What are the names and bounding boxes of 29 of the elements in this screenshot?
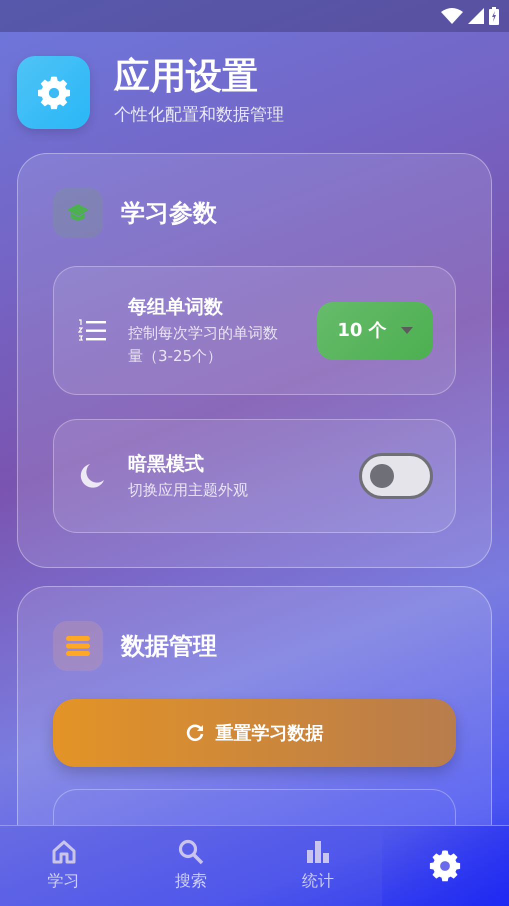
setting-label: 每组单词数 bbox=[128, 295, 224, 320]
page-subtitle: 个性化配置和数据管理 bbox=[114, 104, 284, 127]
signal-icon bbox=[468, 8, 484, 24]
wifi-icon bbox=[441, 8, 463, 24]
caret-icon bbox=[400, 327, 413, 334]
database-icon bbox=[53, 621, 103, 671]
reset-data-button[interactable]: 重置学习数据 bbox=[53, 699, 456, 767]
home-icon bbox=[50, 839, 77, 865]
nav-tab[interactable]: 学习 bbox=[0, 826, 128, 906]
setting-description: 控制每次学习的单词数量（3-25个） bbox=[128, 322, 279, 367]
bar-chart-icon bbox=[305, 839, 332, 865]
moon-icon bbox=[78, 462, 106, 490]
numbered-list-icon bbox=[78, 318, 106, 342]
word-count-dropdown[interactable]: 10 个 bbox=[317, 302, 433, 360]
nav-tab[interactable]: 搜索 bbox=[127, 826, 254, 906]
refresh-icon bbox=[186, 724, 204, 742]
setting-label: 暗黑模式 bbox=[128, 452, 205, 478]
section-title: 学习参数 bbox=[121, 198, 217, 229]
nav-tab[interactable]: 统计 bbox=[254, 826, 382, 906]
page-title: 应用设置 bbox=[114, 56, 259, 97]
settings-icon bbox=[36, 74, 72, 110]
battery-icon bbox=[489, 7, 499, 25]
dark-mode-switch[interactable] bbox=[359, 453, 433, 499]
nav-tab[interactable] bbox=[382, 826, 509, 906]
settings-icon bbox=[428, 849, 462, 883]
graduation-cap-icon bbox=[53, 188, 103, 238]
setting-description: 切换应用主题外观 bbox=[128, 480, 249, 501]
search-icon bbox=[178, 839, 204, 865]
section-title: 数据管理 bbox=[121, 631, 217, 662]
